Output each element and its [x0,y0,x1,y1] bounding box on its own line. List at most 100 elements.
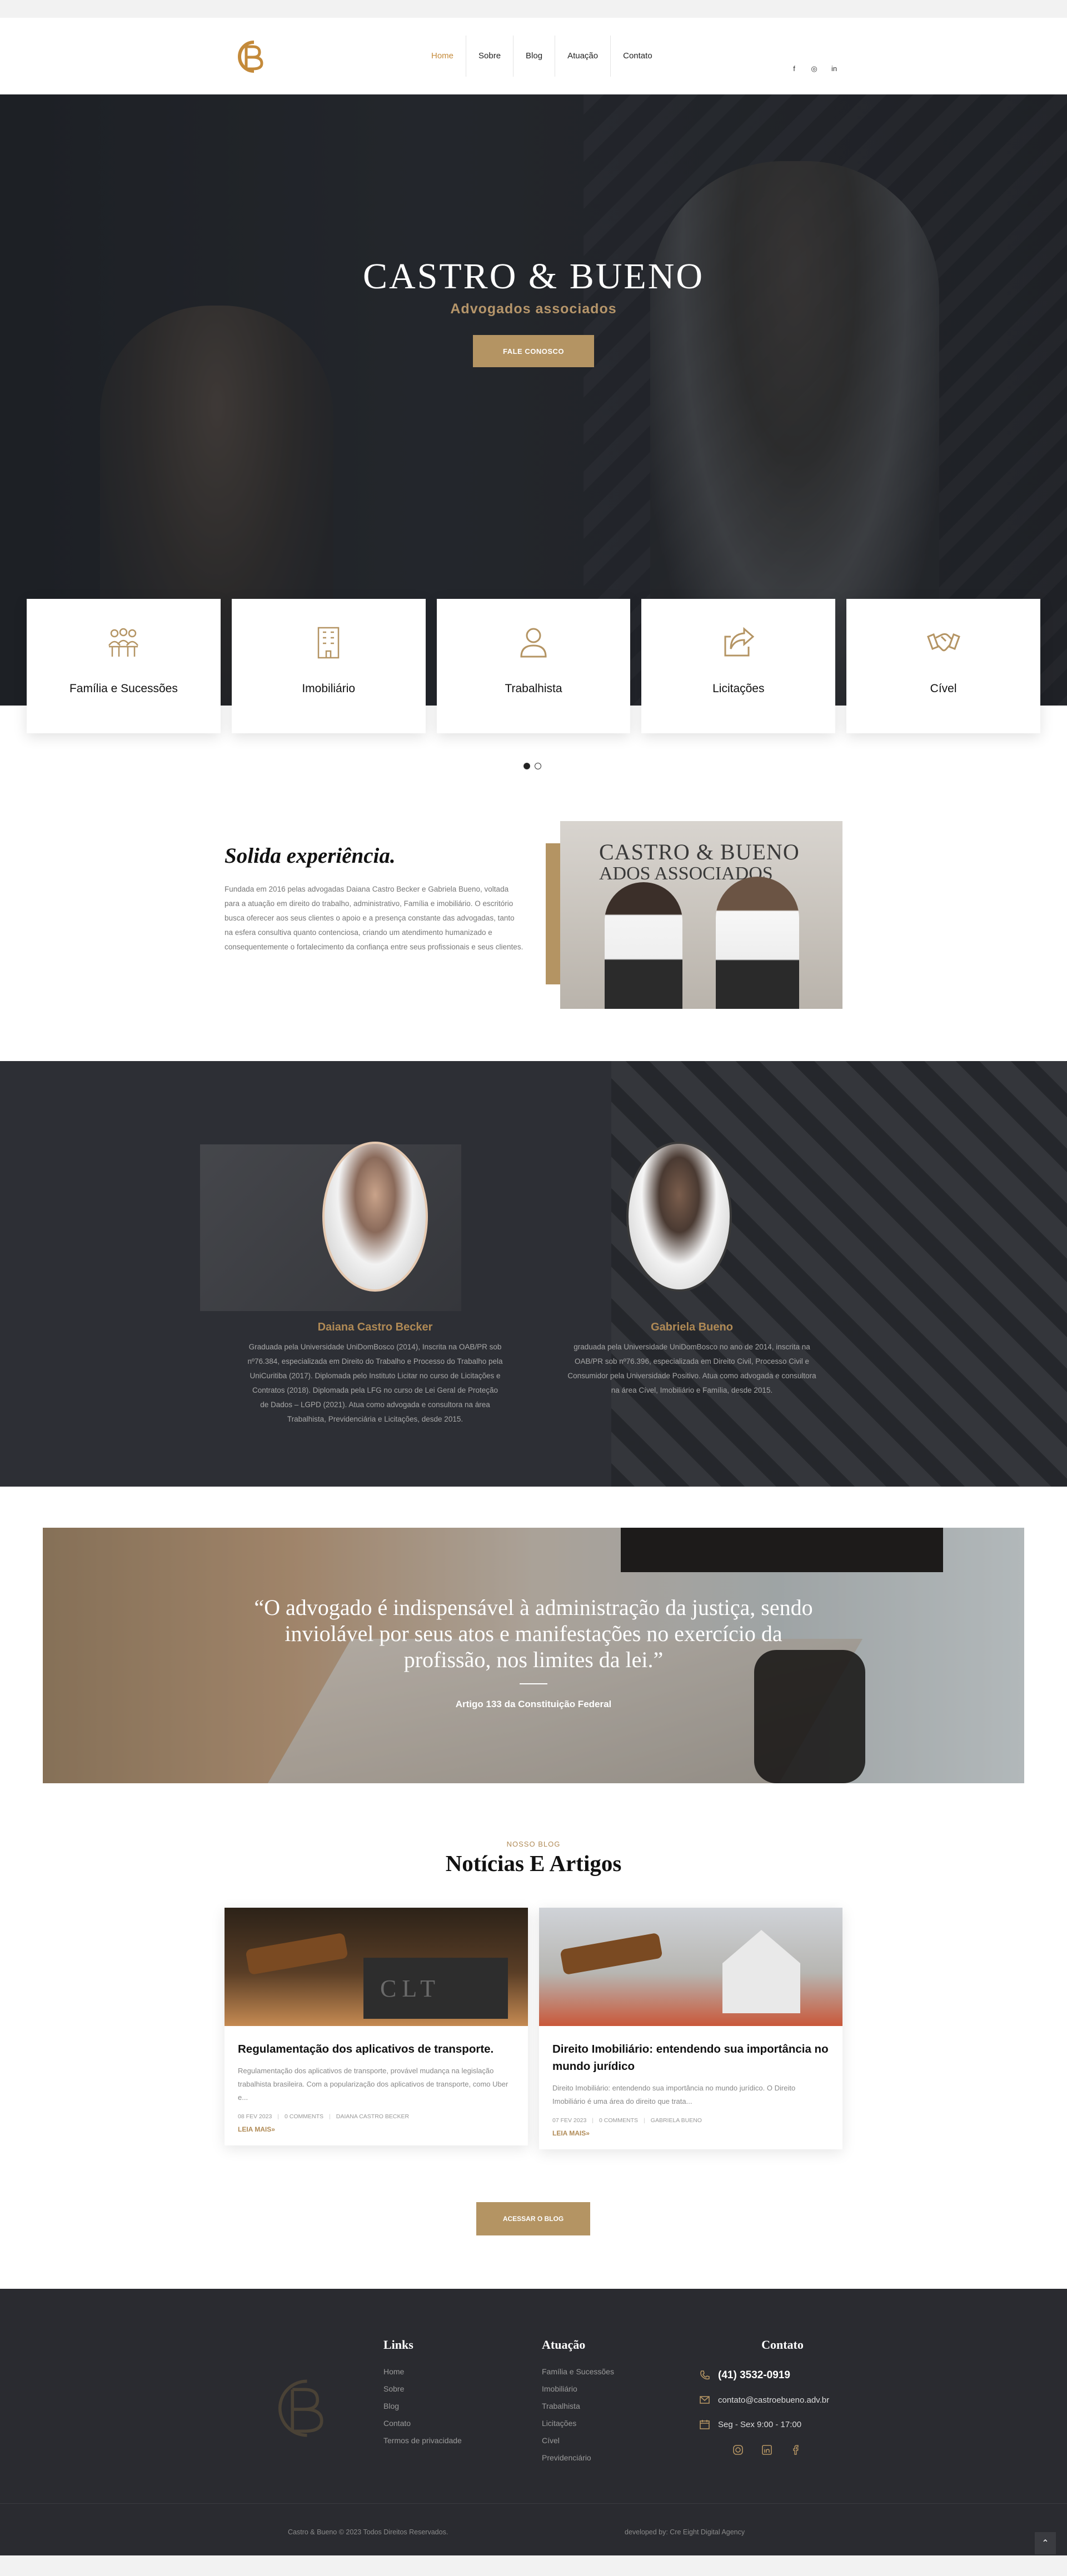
footer-social [732,2444,866,2455]
facebook-icon[interactable]: f [790,64,798,73]
footer-link-privacidade[interactable]: Termos de privacidade [383,2432,462,2449]
footer-copyright: Castro & Bueno © 2023 Todos Direitos Res… [288,2528,448,2536]
experience-text: Fundada em 2016 pelas advogadas Daiana C… [225,885,523,951]
family-icon [108,628,139,657]
post-date: 07 FEV 2023 [552,2117,587,2124]
header-social: f ◎ in [790,64,838,73]
read-more-link[interactable]: LEIA MAIS» [225,2120,528,2145]
post-image-house [722,1930,800,2013]
access-blog-button[interactable]: ACESSAR O BLOG [476,2202,590,2235]
carousel-dots [523,763,541,769]
post-image-book: CLT [363,1958,508,2019]
office-sign-text: CASTRO & BUENO [599,839,800,864]
facebook-icon[interactable] [790,2444,801,2455]
footer-link-home[interactable]: Home [383,2363,462,2380]
site-footer: Links Home Sobre Blog Contato Termos de … [0,2289,1067,2555]
experience-photo: CASTRO & BUENO ADOS ASSOCIADOS [560,821,842,1009]
quote-divider [520,1683,547,1684]
share-icon [724,627,755,657]
post-comments[interactable]: 0 COMMENTS [285,2113,323,2120]
services-carousel: Família e Sucessões Imobiliário Trabalhi… [27,599,1040,733]
footer-logo-icon [278,2379,323,2437]
service-card-licitacoes[interactable]: Licitações [641,599,836,733]
footer-email[interactable]: contato@castroebueno.adv.br [718,2395,829,2405]
member-name: Gabriela Bueno [651,1321,733,1333]
nav-sobre[interactable]: Sobre [466,36,514,77]
post-image[interactable]: CLT [225,1908,528,2026]
carousel-dot-2[interactable] [535,763,541,769]
post-title[interactable]: Regulamentação dos aplicativos de transp… [225,2026,528,2058]
footer-atuacao-item[interactable]: Trabalhista [542,2398,614,2415]
footer-link-sobre[interactable]: Sobre [383,2380,462,2398]
service-card-imobiliario[interactable]: Imobiliário [231,599,426,733]
footer-link-blog[interactable]: Blog [383,2398,462,2415]
quote-author: Artigo 133 da Constituição Federal [455,1699,612,1709]
photo-person-2 [716,877,799,1009]
service-card-familia[interactable]: Família e Sucessões [27,599,221,733]
experience-title: Solida experiência. [225,844,396,868]
footer-atuacao-item[interactable]: Licitações [542,2415,614,2432]
footer-atuacao-title: Atuação [542,2338,586,2352]
phone-icon [700,2370,710,2380]
post-author[interactable]: GABRIELA BUENO [651,2117,702,2124]
post-date: 08 FEV 2023 [238,2113,272,2120]
post-image-gavel [560,1932,663,1975]
quote-text: “O advogado é indispensável à administra… [254,1595,813,1672]
footer-atuacao-column: Atuação Família e Sucessões Imobiliário … [542,2338,614,2467]
linkedin-icon[interactable] [761,2444,772,2455]
carousel-dot-1[interactable] [523,763,530,769]
read-more-link[interactable]: LEIA MAIS» [539,2124,842,2149]
footer-links-column: Links Home Sobre Blog Contato Termos de … [383,2338,462,2449]
footer-atuacao-item[interactable]: Imobiliário [542,2380,614,2398]
footer-contact-title: Contato [761,2338,804,2352]
post-author[interactable]: DAIANA CASTRO BECKER [336,2113,409,2120]
avatar-gabriela [626,1142,732,1292]
post-meta: 08 FEV 2023 | 0 COMMENTS | DAIANA CASTRO B… [238,2113,410,2120]
footer-phone[interactable]: (41) 3532-0919 [718,2369,790,2382]
footer-divider [0,2503,1067,2504]
service-card-civel[interactable]: Cível [846,599,1040,733]
footer-atuacao-item[interactable]: Cível [542,2432,614,2449]
service-card-trabalhista[interactable]: Trabalhista [436,599,631,733]
bottom-strip [0,2555,1067,2576]
mail-icon [700,2396,710,2404]
footer-contact-column: Contato (41) 3532-0919 contato@castroebu… [699,2338,866,2455]
post-excerpt: Direito Imobiliário: entendendo sua impo… [552,2084,796,2105]
building-icon [317,627,340,659]
linkedin-icon[interactable]: in [830,64,838,73]
post-comments[interactable]: 0 COMMENTS [599,2117,638,2124]
back-to-top-button[interactable]: ⌃ [1035,2532,1056,2554]
quote-banner: “O advogado é indispensável à administra… [43,1528,1024,1783]
nav-blog[interactable]: Blog [513,36,556,77]
post-excerpt: Regulamentação dos aplicativos de transp… [238,2067,508,2102]
footer-atuacao-item[interactable]: Família e Sucessões [542,2363,614,2380]
instagram-icon[interactable] [732,2444,744,2455]
contact-us-button[interactable]: FALE CONOSCO [473,335,594,367]
photo-person-1 [605,882,682,1009]
blog-post-card[interactable]: CLT Regulamentação dos aplicativos de tr… [225,1908,528,2145]
nav-home[interactable]: Home [419,36,467,77]
service-label: Trabalhista [505,682,562,695]
main-nav: Home Sobre Blog Atuação Contato [419,36,665,77]
post-image[interactable] [539,1908,842,2026]
calendar-icon [700,2420,710,2429]
footer-links-title: Links [383,2338,413,2352]
footer-atuacao-item[interactable]: Previdenciário [542,2449,614,2467]
service-label: Imobiliário [302,682,356,695]
blog-title: Notícias E Artigos [445,1850,622,1876]
instagram-icon[interactable]: ◎ [810,64,818,73]
nav-atuacao[interactable]: Atuação [555,36,611,77]
service-label: Cível [930,682,957,695]
top-strip [0,0,1067,18]
footer-phone-row[interactable]: (41) 3532-0919 [699,2363,866,2388]
avatar-daiana [322,1142,428,1292]
footer-email-row[interactable]: contato@castroebueno.adv.br [699,2388,866,2412]
hero-title: CASTRO & BUENO [362,256,705,297]
service-label: Licitações [712,682,765,695]
footer-link-contato[interactable]: Contato [383,2415,462,2432]
logo-icon[interactable] [225,34,270,79]
post-title[interactable]: Direito Imobiliário: entendendo sua impo… [539,2026,842,2075]
footer-developer[interactable]: developed by: Cre Eight Digital Agency [625,2528,745,2536]
blog-post-card[interactable]: Direito Imobiliário: entendendo sua impo… [539,1908,842,2149]
nav-contato[interactable]: Contato [611,36,665,77]
